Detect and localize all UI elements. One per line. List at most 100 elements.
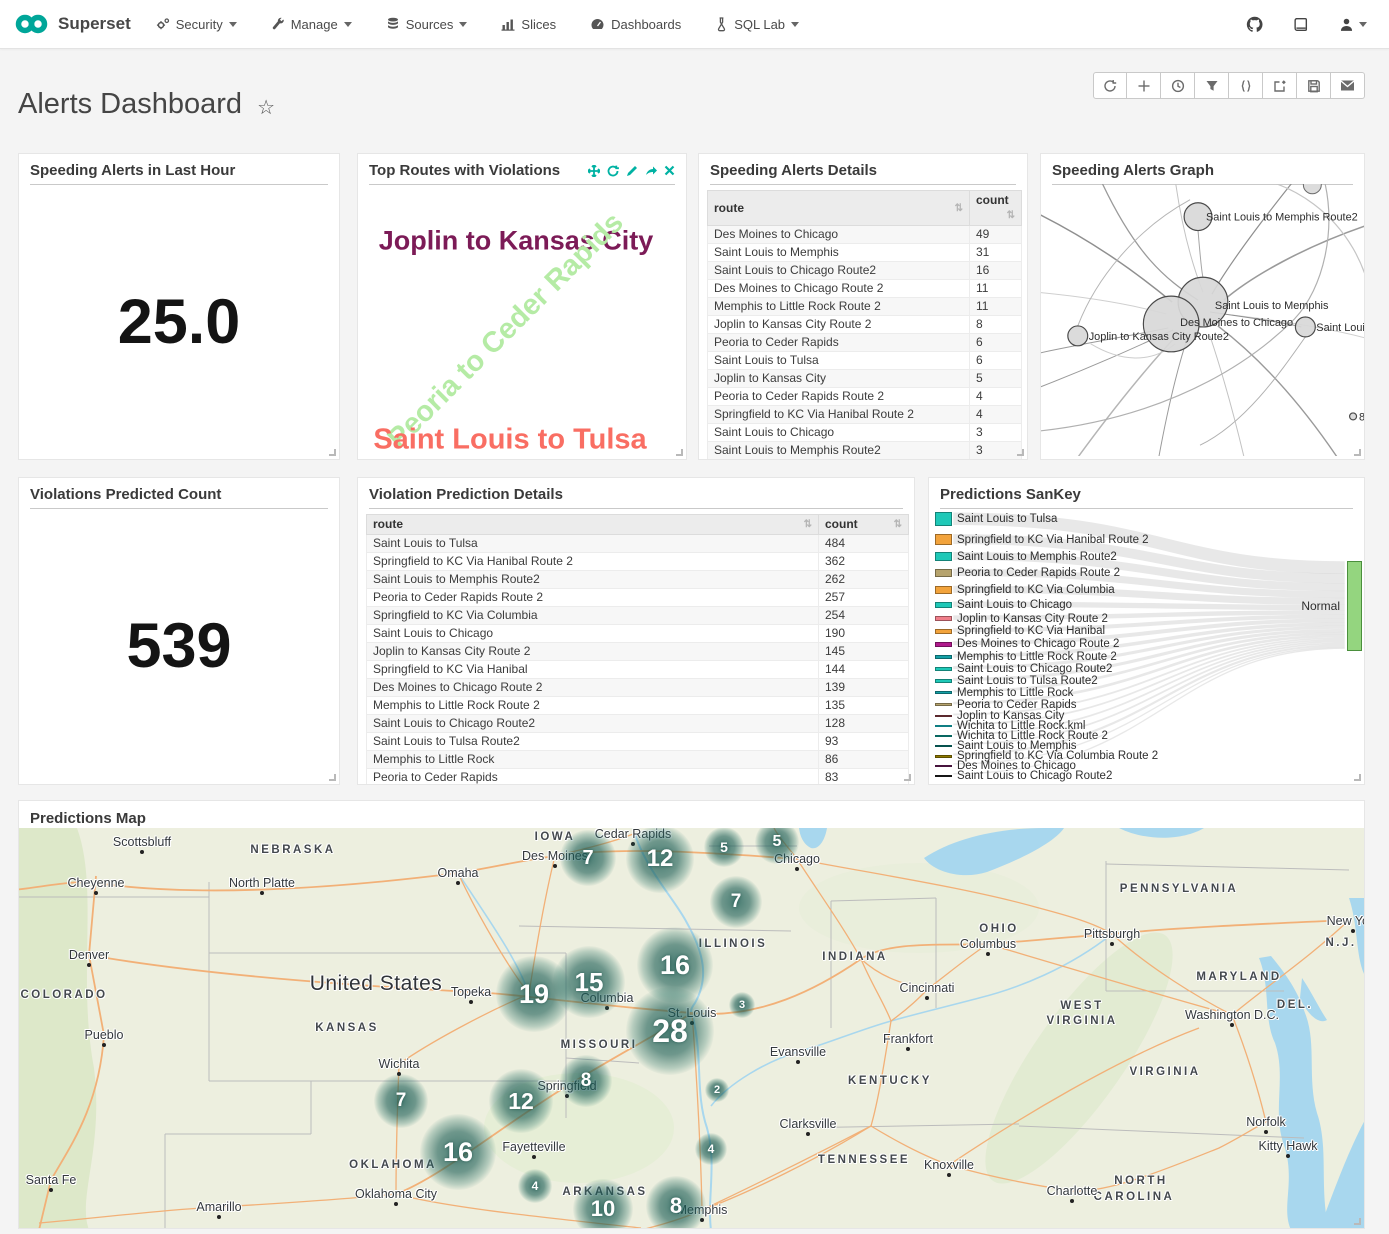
- sankey-node-swatch[interactable]: [935, 691, 952, 694]
- user-menu[interactable]: [1339, 17, 1367, 32]
- panel-title: Speeding Alerts Details: [710, 162, 877, 179]
- column-header-count[interactable]: count⇅: [970, 191, 1022, 226]
- map-cluster-marker: 7: [560, 830, 616, 886]
- sankey-node-swatch[interactable]: [935, 775, 952, 777]
- resize-handle-icon[interactable]: [676, 449, 683, 456]
- map-cluster-marker: 16: [420, 1114, 496, 1190]
- sankey-node-swatch[interactable]: [935, 586, 952, 594]
- email-button[interactable]: [1331, 72, 1365, 99]
- share-icon[interactable]: [645, 165, 657, 177]
- dashboard-icon: [590, 17, 605, 31]
- sankey-node-swatch[interactable]: [935, 715, 952, 717]
- column-header-route[interactable]: route⇅: [367, 515, 819, 535]
- alerts-details-table: route⇅ count⇅ Des Moines to Chicago49Sai…: [707, 190, 1022, 460]
- sankey-target-node[interactable]: [1347, 561, 1362, 651]
- css-icon: [1239, 79, 1253, 93]
- panel-title: Violation Prediction Details: [369, 486, 563, 503]
- graph-node-label: Des Moines to Chicago: [1180, 317, 1293, 329]
- sankey-node-swatch[interactable]: [935, 512, 952, 526]
- wrench-icon: [271, 17, 285, 31]
- infinity-logo-icon: [14, 13, 50, 35]
- panel-title: Top Routes with Violations: [369, 162, 560, 179]
- resize-handle-icon[interactable]: [1354, 774, 1361, 781]
- edit-pencil-icon[interactable]: [626, 165, 638, 177]
- resize-handle-icon[interactable]: [1017, 449, 1024, 456]
- nav-label: SQL Lab: [734, 17, 785, 32]
- sankey-node-swatch[interactable]: [935, 755, 952, 758]
- edit-button[interactable]: [1263, 72, 1297, 99]
- sankey-node-swatch[interactable]: [935, 616, 952, 621]
- resize-handle-icon[interactable]: [1354, 449, 1361, 456]
- nav-label: Security: [176, 17, 223, 32]
- refresh-button[interactable]: [1093, 72, 1127, 99]
- table-row: Saint Louis to Memphis31: [708, 244, 1022, 262]
- resize-handle-icon[interactable]: [1354, 1218, 1361, 1225]
- sankey-node-swatch[interactable]: [935, 552, 952, 561]
- graph-node[interactable]: [1295, 317, 1315, 337]
- schedule-button[interactable]: [1161, 72, 1195, 99]
- map-clusters: 557127161519328812716410824: [19, 828, 1364, 1229]
- table-row: Joplin to Kansas City5: [708, 370, 1022, 388]
- map-cluster-marker: 2: [705, 1078, 729, 1102]
- resize-handle-icon[interactable]: [329, 774, 336, 781]
- panel-title: Speeding Alerts in Last Hour: [30, 162, 235, 179]
- sankey-node-label: Des Moines to Chicago Route 2: [957, 638, 1119, 650]
- map-cluster-marker: 28: [626, 987, 714, 1075]
- superset-logo[interactable]: Superset: [0, 13, 155, 35]
- user-icon: [1339, 17, 1354, 32]
- graph-node[interactable]: [1068, 326, 1088, 346]
- sankey-node-swatch[interactable]: [935, 745, 952, 747]
- map-cluster-marker: 5: [755, 828, 799, 864]
- sankey-node-swatch[interactable]: [935, 703, 952, 706]
- sankey-node-swatch[interactable]: [935, 534, 952, 545]
- sankey-node-swatch[interactable]: [935, 765, 952, 767]
- add-slices-button[interactable]: [1127, 72, 1161, 99]
- sankey-node-swatch[interactable]: [935, 642, 952, 647]
- sankey-node-swatch[interactable]: [935, 735, 952, 737]
- sort-icon: ⇅: [1007, 208, 1015, 223]
- table-row: Des Moines to Chicago Route 2139: [367, 679, 909, 697]
- docs-link[interactable]: [1293, 17, 1309, 32]
- column-header-count[interactable]: count⇅: [819, 515, 909, 535]
- favorite-star-icon[interactable]: ☆: [257, 95, 275, 120]
- graph-node-label: Saint Louis to Memphis: [1215, 300, 1329, 312]
- table-row: Des Moines to Chicago49: [708, 226, 1022, 244]
- database-icon: [386, 17, 400, 32]
- panel-violation-prediction-details: Violation Prediction Details route⇅ coun…: [357, 477, 915, 785]
- sankey-node-label: Memphis to Little Rock Route 2: [957, 651, 1117, 663]
- superset-dashboard: Superset Security Manage Sources Slices: [0, 0, 1389, 1234]
- nav-dashboards[interactable]: Dashboards: [590, 17, 681, 32]
- sankey-node-swatch[interactable]: [935, 655, 952, 659]
- move-icon[interactable]: [588, 165, 600, 177]
- panel-predictions-map: Predictions Map: [18, 800, 1365, 1229]
- map-cluster-marker: 10: [573, 1179, 633, 1229]
- sankey-node-swatch[interactable]: [935, 569, 952, 577]
- graph-node[interactable]: [1350, 413, 1357, 420]
- sankey-node-swatch[interactable]: [935, 679, 952, 683]
- filter-button[interactable]: [1195, 72, 1229, 99]
- save-button[interactable]: [1297, 72, 1331, 99]
- resize-handle-icon[interactable]: [904, 774, 911, 781]
- nav-security[interactable]: Security: [155, 17, 237, 32]
- nav-sql-lab[interactable]: SQL Lab: [715, 17, 799, 32]
- sankey-node-swatch[interactable]: [935, 629, 952, 634]
- sort-icon: ⇅: [894, 517, 902, 532]
- refresh-icon[interactable]: [607, 165, 619, 177]
- nav-manage[interactable]: Manage: [271, 17, 352, 32]
- nav-sources[interactable]: Sources: [386, 17, 468, 32]
- force-directed-graph[interactable]: Saint Louis to Memphis Route2Saint Louis…: [1041, 184, 1364, 456]
- map-canvas[interactable]: NEBRASKACOLORADOKANSASIOWAMISSOURIILLINO…: [19, 828, 1364, 1229]
- map-cluster-marker: 8: [560, 1055, 612, 1107]
- sankey-node-swatch[interactable]: [935, 667, 952, 671]
- github-link[interactable]: [1246, 16, 1263, 33]
- table-row: Joplin to Kansas City Route 28: [708, 316, 1022, 334]
- nav-slices[interactable]: Slices: [501, 17, 556, 32]
- sankey-node-swatch[interactable]: [935, 725, 952, 727]
- close-icon[interactable]: [664, 165, 675, 176]
- sankey-node-swatch[interactable]: [935, 602, 952, 608]
- map-cluster-marker: 7: [710, 876, 762, 928]
- css-button[interactable]: [1229, 72, 1263, 99]
- nav-label: Sources: [406, 17, 454, 32]
- resize-handle-icon[interactable]: [329, 449, 336, 456]
- column-header-route[interactable]: route⇅: [708, 191, 970, 226]
